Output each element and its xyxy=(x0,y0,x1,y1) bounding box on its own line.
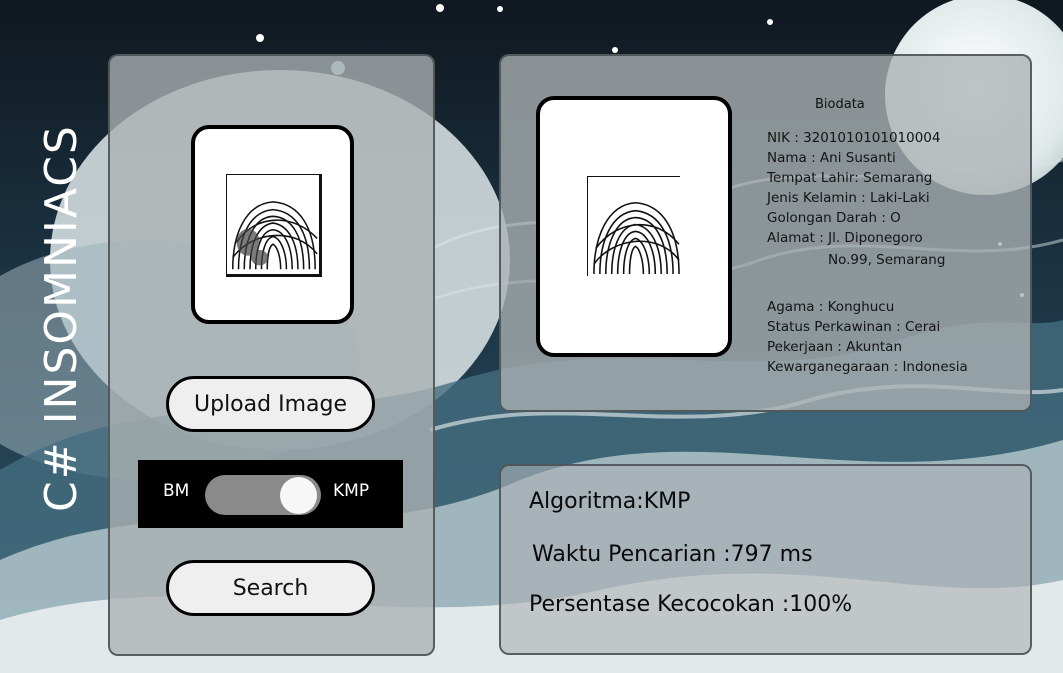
bio-agama: Agama : Konghucu xyxy=(767,299,895,315)
bio-alamat-line2: No.99, Semarang xyxy=(828,252,946,268)
waktu-label: Waktu Pencarian : xyxy=(532,542,731,567)
bio-pekerjaan: Pekerjaan : Akuntan xyxy=(767,339,903,355)
algoritma-value: KMP xyxy=(643,489,691,514)
bm-label: BM xyxy=(163,481,190,501)
bio-nama: Nama : Ani Susanti xyxy=(767,150,896,166)
switch-knob[interactable] xyxy=(280,477,317,514)
waktu-value: 797 ms xyxy=(730,542,813,567)
waktu-row: Waktu Pencarian : 797 ms xyxy=(532,542,813,567)
brand-title: C# INSOMNIACS xyxy=(36,124,87,512)
bio-golongan-darah: Golongan Darah : O xyxy=(767,210,901,226)
algoritma-label: Algoritma: xyxy=(529,489,644,514)
algoritma-row: Algoritma: KMP xyxy=(529,489,690,514)
bio-nik: NIK : 3201010101010004 xyxy=(767,130,941,146)
algorithm-switch[interactable] xyxy=(205,475,321,515)
fingerprint-icon xyxy=(231,201,318,270)
biodata-title: Biodata xyxy=(815,97,865,112)
bio-tempat-lahir: Tempat Lahir: Semarang xyxy=(767,170,933,186)
upload-image-button[interactable]: Upload Image xyxy=(166,376,375,432)
bio-alamat: Alamat : Jl. Diponegoro xyxy=(767,230,923,246)
persentase-label: Persentase Kecocokan : xyxy=(529,592,790,617)
fingerprint-icon xyxy=(593,201,680,275)
bio-status-perkawinan: Status Perkawinan : Cerai xyxy=(767,319,941,335)
kmp-label: KMP xyxy=(333,481,370,501)
bio-kewarganegaraan: Kewarganegaraan : Indonesia xyxy=(767,359,968,375)
search-button[interactable]: Search xyxy=(166,560,375,616)
matched-fingerprint-image xyxy=(587,176,680,276)
bio-jenis-kelamin: Jenis Kelamin : Laki-Laki xyxy=(767,190,930,206)
query-fingerprint-image xyxy=(226,174,322,277)
persentase-value: 100% xyxy=(789,592,853,617)
algorithm-toggle: BM KMP xyxy=(138,460,403,528)
persentase-row: Persentase Kecocokan : 100% xyxy=(529,592,852,617)
